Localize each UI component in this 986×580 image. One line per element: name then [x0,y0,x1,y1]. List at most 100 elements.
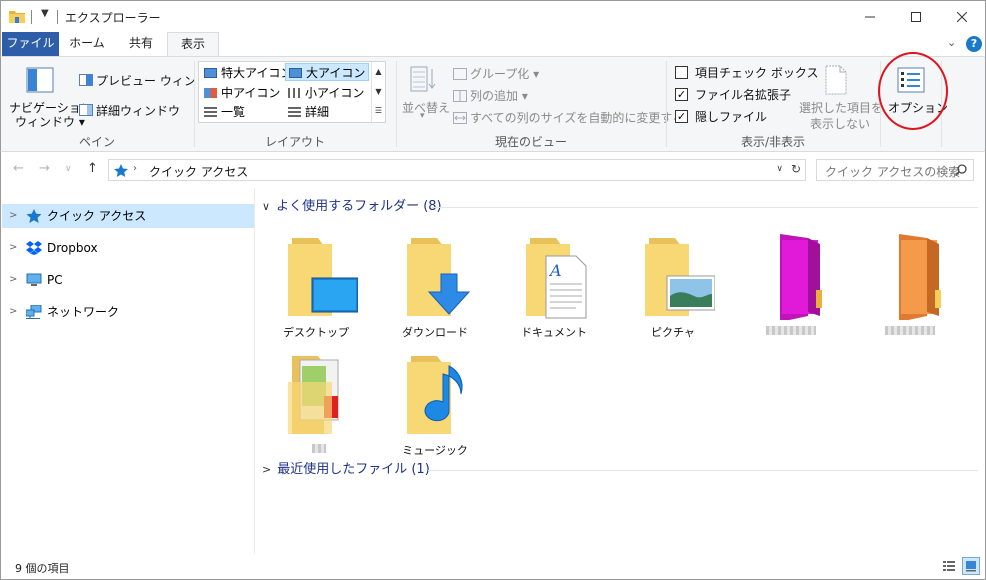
hidden-items-checkbox[interactable]: ✓ [675,110,688,123]
window-title: エクスプローラー [65,11,161,25]
navigation-pane: > クイック アクセス > Dropbox > PC > ネットワーク [0,188,255,554]
file-extensions-label: ファイル名拡張子 [695,88,792,102]
expand-chevron-icon[interactable]: > [9,268,17,292]
sort-dropdown-icon: ▾ [420,111,425,121]
title-separator [57,10,58,24]
expand-chevron-icon[interactable]: > [9,236,17,260]
section-divider [432,207,978,208]
item-checkbox-toggle[interactable] [675,66,688,79]
options-highlight-circle [878,52,948,130]
nav-item-network[interactable]: > ネットワーク [2,300,254,324]
hide-selected-icon [825,65,847,95]
folder-tile-pictures[interactable]: ピクチャ [617,228,729,340]
search-box[interactable]: クイック アクセスの検索 [816,159,974,181]
tab-share[interactable]: 共有 [115,32,167,56]
frequent-folders-header[interactable]: ∨ よく使用するフォルダー (8) [262,197,442,217]
folder-tile-downloads[interactable]: ダウンロード [379,228,491,340]
gallery-expand-icon[interactable]: ☰ [372,102,385,120]
medium-icons-icon [204,88,217,98]
expand-chevron-icon[interactable]: > [262,463,271,476]
navigation-pane-label: ウィンドウ ▾ [15,115,85,129]
layout-gallery-scroll[interactable]: ▲ ▼ ☰ [371,62,385,122]
magenta-folder-icon [780,234,822,320]
minimize-button[interactable] [847,1,893,32]
close-icon [957,11,967,22]
documents-folder-icon: A [526,238,587,319]
maximize-icon [911,11,921,22]
layout-extra-large-icons[interactable]: 特大アイコン [201,64,292,82]
tab-view[interactable]: 表示 [167,32,219,57]
nav-item-quick-access[interactable]: > クイック アクセス [2,204,254,228]
up-arrow-icon[interactable]: ↑ [87,161,98,176]
group-label-current-view: 現在のビュー [494,135,567,149]
dropbox-icon [26,241,42,255]
orange-folder-icon [899,234,941,320]
hide-selected-button[interactable]: 選択した項目を [799,99,883,116]
preview-pane-icon [79,74,93,86]
scroll-up-icon[interactable]: ▲ [372,62,385,82]
folder-tile-magenta[interactable] [736,228,848,340]
tab-file[interactable]: ファイル [2,32,59,56]
folder-tile-music[interactable]: ミュージック [379,346,491,458]
desktop-folder-icon [288,238,358,316]
layout-details[interactable]: 詳細 [285,103,369,121]
group-label-layout: レイアウト [264,135,325,149]
folder-tile-orange[interactable] [855,228,967,340]
nav-item-dropbox[interactable]: > Dropbox [2,236,254,260]
hidden-items-label: 隠しファイル [695,110,768,124]
maximize-button[interactable] [893,1,939,32]
small-icons-icon [288,88,301,98]
svg-text:A: A [548,261,562,280]
autosize-columns-button[interactable]: すべての列のサイズを自動的に変更する [470,109,684,126]
group-by-button[interactable]: グループ化 ▾ [470,65,539,82]
add-columns-button[interactable]: 列の追加 ▾ [470,87,528,104]
folder-tile-desktop[interactable]: デスクトップ [260,228,372,340]
expand-chevron-icon[interactable]: > [9,300,17,324]
details-pane-button[interactable]: 詳細ウィンドウ [96,102,180,119]
ribbon-tabs: ファイル ホーム 共有 表示 ⌄ ? [0,32,986,57]
search-input[interactable]: クイック アクセスの検索 [825,163,960,180]
blurred-folder-label [766,326,816,335]
title-bar: ▼ エクスプローラー [0,0,986,32]
address-bar[interactable]: › クイック アクセス ∨ ↻ [108,159,806,181]
ribbon-collapse-icon[interactable]: ⌄ [947,36,956,49]
address-dropdown-icon[interactable]: ∨ [776,164,783,174]
file-extensions-checkbox[interactable]: ✓ [675,88,688,101]
details-view-icon[interactable] [940,557,958,575]
search-icon[interactable] [955,164,967,176]
breadcrumb-chevron-icon[interactable]: › [133,163,137,174]
refresh-icon[interactable]: ↻ [791,162,801,176]
group-by-icon [453,68,467,80]
expand-chevron-icon[interactable]: > [9,204,17,228]
autosize-columns-icon [453,112,467,124]
help-icon[interactable]: ? [966,36,982,52]
quick-access-dropdown-icon[interactable]: ▼ [41,8,49,19]
close-button[interactable] [939,1,985,32]
nav-item-pc[interactable]: > PC [2,268,254,292]
details-pane-icon [79,104,93,116]
folder-tile-images[interactable] [260,346,372,458]
star-icon [26,209,42,223]
large-icons-view-icon[interactable] [962,557,980,575]
address-path[interactable]: クイック アクセス [149,163,248,180]
recent-files-header[interactable]: > 最近使用したファイル (1) [262,460,430,480]
tab-home[interactable]: ホーム [61,32,113,56]
back-arrow-icon[interactable]: ← [13,161,24,176]
folder-label: ドキュメント [521,326,587,339]
status-bar: 9 個の項目 [0,554,986,580]
layout-list[interactable]: 一覧 [201,103,285,121]
folder-tile-documents[interactable]: A ドキュメント [498,228,610,340]
sort-by-button[interactable]: 並べ替え [402,99,450,116]
folder-label: デスクトップ [283,326,349,339]
folder-label: ダウンロード [402,326,468,339]
recent-locations-icon[interactable]: ∨ [65,164,72,174]
item-count: 9 個の項目 [15,562,70,575]
scroll-down-icon[interactable]: ▼ [372,82,385,102]
layout-small-icons[interactable]: 小アイコン [285,84,369,102]
forward-arrow-icon[interactable]: → [39,161,50,176]
pictures-folder-icon [645,238,715,316]
layout-large-icons[interactable]: 大アイコン [285,63,369,81]
layout-medium-icons[interactable]: 中アイコン [201,84,285,102]
list-icon [204,107,217,117]
collapse-chevron-icon[interactable]: ∨ [262,200,270,213]
